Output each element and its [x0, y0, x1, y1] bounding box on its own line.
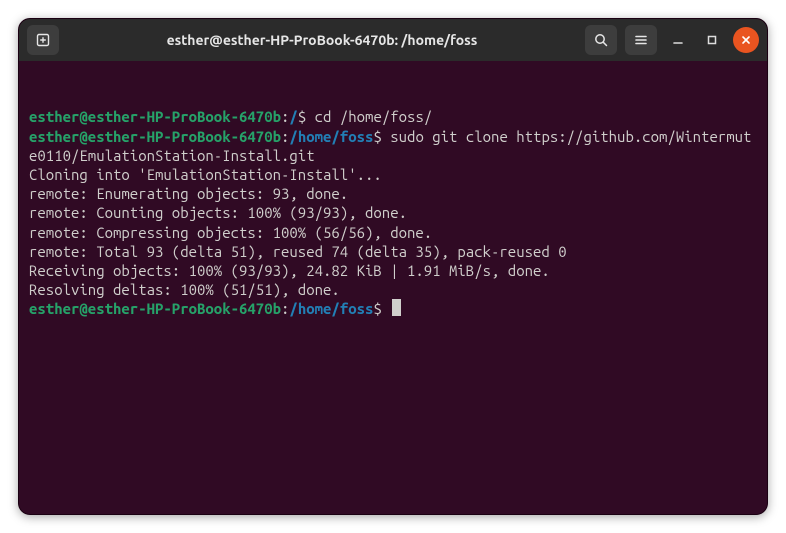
prompt-user: esther@esther-HP-ProBook-6470b	[29, 108, 281, 125]
output-line: Resolving deltas: 100% (51/51), done.	[29, 280, 757, 299]
prompt-path: /home/foss	[289, 300, 373, 317]
output-line: remote: Total 93 (delta 51), reused 74 (…	[29, 242, 757, 261]
terminal-window: esther@esther-HP-ProBook-6470b: /home/fo…	[18, 18, 768, 515]
prompt-line-2: esther@esther-HP-ProBook-6470b:/home/fos…	[29, 127, 757, 165]
prompt-user: esther@esther-HP-ProBook-6470b	[29, 128, 281, 145]
minimize-icon	[672, 34, 684, 46]
terminal-area[interactable]: esther@esther-HP-ProBook-6470b:/$ cd /ho…	[19, 61, 767, 514]
new-tab-icon	[35, 32, 51, 48]
prompt-line-3: esther@esther-HP-ProBook-6470b:/home/fos…	[29, 299, 757, 318]
menu-button[interactable]	[625, 25, 657, 55]
minimize-button[interactable]	[665, 27, 691, 53]
close-button[interactable]	[733, 27, 759, 53]
search-button[interactable]	[585, 25, 617, 55]
prompt-path: /home/foss	[289, 128, 373, 145]
maximize-button[interactable]	[699, 27, 725, 53]
prompt-path: /	[289, 108, 297, 125]
output-line: remote: Counting objects: 100% (93/93), …	[29, 203, 757, 222]
prompt-user: esther@esther-HP-ProBook-6470b	[29, 300, 281, 317]
prompt-dollar: $	[373, 300, 390, 317]
command-text: cd /home/foss/	[315, 108, 433, 125]
output-line: remote: Enumerating objects: 93, done.	[29, 184, 757, 203]
output-line: Receiving objects: 100% (93/93), 24.82 K…	[29, 261, 757, 280]
hamburger-icon	[633, 32, 649, 48]
output-line: Cloning into 'EmulationStation-Install'.…	[29, 165, 757, 184]
terminal-cursor	[392, 299, 401, 316]
prompt-line-1: esther@esther-HP-ProBook-6470b:/$ cd /ho…	[29, 107, 757, 126]
new-tab-button[interactable]	[27, 25, 59, 55]
maximize-icon	[706, 34, 718, 46]
titlebar: esther@esther-HP-ProBook-6470b: /home/fo…	[19, 19, 767, 61]
search-icon	[593, 32, 609, 48]
close-icon	[740, 34, 752, 46]
prompt-dollar: $	[298, 108, 315, 125]
output-line: remote: Compressing objects: 100% (56/56…	[29, 223, 757, 242]
window-title: esther@esther-HP-ProBook-6470b: /home/fo…	[67, 32, 577, 48]
prompt-dollar: $	[373, 128, 390, 145]
